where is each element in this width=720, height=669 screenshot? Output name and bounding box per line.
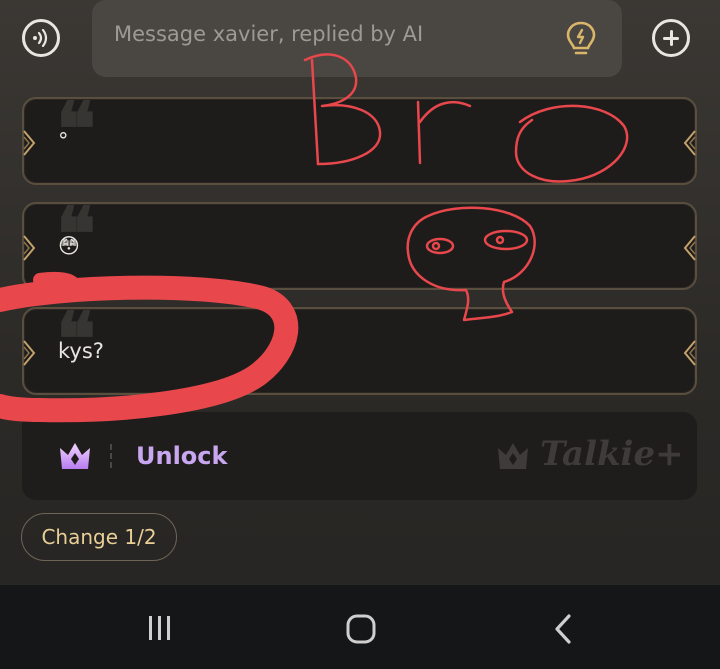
suggested-reply-2[interactable]: ❝ 😳 — [22, 198, 697, 290]
reply-text: 😳 — [58, 234, 80, 258]
idea-button[interactable] — [564, 20, 598, 58]
ornament-right-icon — [683, 130, 696, 156]
change-button[interactable]: Change 1/2 — [21, 513, 177, 561]
voice-button[interactable] — [22, 19, 60, 57]
unlock-card[interactable]: Unlock Talkie+ — [22, 412, 697, 500]
crown-icon — [60, 443, 90, 469]
lightbulb-icon — [566, 21, 596, 55]
composer-bar: Message xavier, replied by AI — [0, 0, 720, 84]
ornament-right-icon — [683, 340, 696, 366]
watermark-crown-icon — [498, 443, 528, 469]
voice-wave-icon — [33, 29, 48, 47]
back-icon[interactable] — [552, 613, 574, 645]
suggested-reply-1[interactable]: ❝ ° — [22, 93, 697, 185]
ornament-left-icon — [23, 235, 36, 261]
suggested-reply-3[interactable]: ❝ kys? — [22, 303, 697, 395]
talkie-plus-watermark: Talkie+ — [540, 434, 684, 474]
reply-text: ° — [58, 129, 69, 153]
chat-screen: Message xavier, replied by AI ❝ ° ❝ 😳 ❝ … — [0, 0, 720, 669]
reply-text: kys? — [58, 339, 104, 363]
system-navigation-bar — [0, 585, 720, 669]
divider — [110, 444, 112, 468]
recents-icon[interactable] — [146, 615, 174, 641]
message-input[interactable]: Message xavier, replied by AI — [92, 0, 622, 77]
ornament-left-icon — [23, 130, 36, 156]
message-placeholder: Message xavier, replied by AI — [114, 22, 424, 46]
home-icon[interactable] — [346, 614, 376, 644]
ornament-left-icon — [23, 340, 36, 366]
unlock-label: Unlock — [136, 442, 228, 470]
ornament-right-icon — [683, 235, 696, 261]
add-button[interactable] — [652, 19, 690, 57]
